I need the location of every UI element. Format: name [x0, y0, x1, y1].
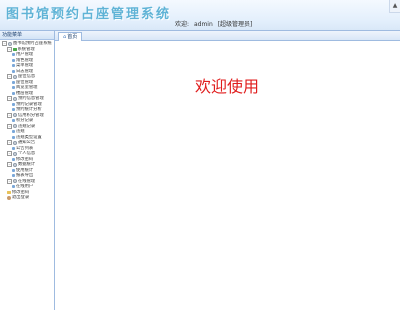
tree-toggle-icon[interactable]: −: [7, 140, 12, 146]
menu-tree: − 图书馆预约占座系统 − 系统管理 用户管理 角色管理 菜单管理 日志管理 − 座位信息 座位管理…: [0, 41, 54, 201]
sidebar-item-label: 退出登录: [12, 195, 30, 200]
sidebar-item[interactable]: 退出登录: [0, 195, 54, 201]
username: admin: [193, 21, 213, 28]
user-role: [超级管理员]: [217, 21, 253, 28]
leaf-icon: [12, 108, 15, 112]
leaf-icon: [12, 86, 15, 90]
leaf-icon: [12, 53, 15, 57]
tab-home[interactable]: ⌂首页: [58, 32, 83, 41]
leaf-icon: [12, 146, 15, 150]
leaf-icon: [12, 185, 15, 189]
gear-icon: [13, 74, 17, 79]
gear-icon: [13, 151, 17, 156]
gear-icon: [13, 162, 17, 167]
man-icon: [7, 195, 11, 200]
welcome-prefix: 欢迎:: [175, 21, 190, 28]
gear-icon: [8, 41, 12, 46]
system-title: 图书馆预约占座管理系统: [6, 7, 172, 22]
tree-toggle-icon[interactable]: −: [7, 123, 12, 129]
welcome-message: 欢迎使用: [195, 77, 260, 96]
leaf-icon: [12, 168, 15, 172]
tree-toggle-icon[interactable]: −: [7, 178, 12, 184]
leaf-icon: [12, 102, 15, 106]
leaf-icon: [12, 135, 15, 139]
scroll-up-arrow-icon[interactable]: ▲: [389, 0, 400, 13]
folder-icon: [7, 190, 11, 194]
home-icon: ⌂: [63, 34, 67, 40]
tree-toggle-icon[interactable]: −: [7, 151, 12, 157]
tree-toggle-icon[interactable]: −: [2, 41, 7, 47]
tree-toggle-icon[interactable]: −: [7, 162, 12, 168]
sidebar-heading: 功能菜单: [0, 31, 54, 40]
leaf-icon: [12, 58, 15, 62]
leaf-icon: [12, 64, 15, 68]
leaf-icon: [12, 130, 15, 134]
gear-icon: [13, 140, 17, 145]
tree-toggle-icon[interactable]: −: [7, 112, 12, 118]
leaf-icon: [12, 157, 15, 161]
app-header: 图书馆预约占座管理系统 欢迎: admin [超级管理员] ▲: [0, 0, 400, 31]
main-content: ⌂首页 欢迎使用: [55, 31, 400, 310]
tree-toggle-icon[interactable]: −: [7, 96, 12, 102]
tab-home-label: 首页: [67, 34, 78, 40]
user-welcome-bar: 欢迎: admin [超级管理员]: [175, 19, 255, 28]
leaf-icon: [12, 80, 15, 84]
leaf-icon: [12, 119, 15, 123]
gear-icon: [13, 113, 17, 118]
tree-toggle-icon[interactable]: −: [7, 46, 12, 52]
gear-icon: [13, 96, 17, 101]
gear-icon: [13, 124, 17, 129]
green-icon: [13, 47, 17, 51]
gear-icon: [13, 179, 17, 184]
sidebar: 功能菜单 − 图书馆预约占座系统 − 系统管理 用户管理 角色管理 菜单管理 日志管理 − 座位信…: [0, 31, 55, 310]
tree-toggle-icon[interactable]: −: [7, 74, 12, 80]
leaf-icon: [12, 174, 15, 178]
leaf-icon: [12, 69, 15, 73]
tab-bar: ⌂首页: [55, 31, 400, 41]
leaf-icon: [12, 91, 15, 95]
